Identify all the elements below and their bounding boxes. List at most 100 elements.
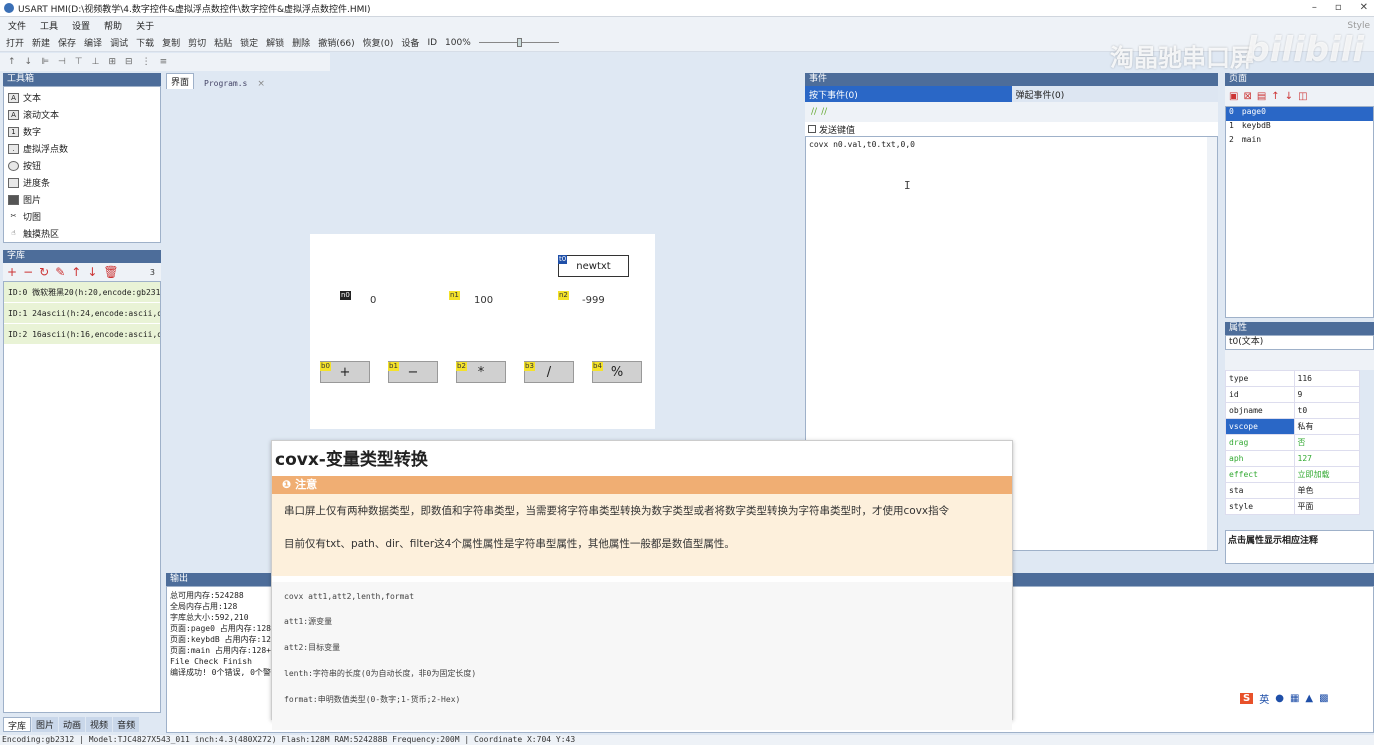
toolbox-item-number[interactable]: 1 数字 xyxy=(4,123,160,140)
tab-audio[interactable]: 音频 xyxy=(113,717,140,732)
toolbox-item-crop[interactable]: ✂ 切图 xyxy=(4,208,160,225)
align-icon[interactable]: ↑ xyxy=(8,57,16,67)
grid-icon[interactable]: ▩ xyxy=(1319,693,1328,704)
uncomment-icon[interactable]: // xyxy=(821,107,827,117)
add-icon[interactable]: + xyxy=(7,265,17,279)
cut-button[interactable]: 剪切 xyxy=(188,36,206,49)
number-n2[interactable]: -999 xyxy=(582,295,605,306)
align-icon[interactable]: ⋮ xyxy=(142,57,151,67)
font-row[interactable]: ID:2 16ascii(h:16,encode:ascii,qty: xyxy=(4,324,160,345)
maximize-button[interactable]: ▫ xyxy=(1335,2,1342,13)
zoom-slider[interactable] xyxy=(478,38,559,47)
page-item[interactable]: 2 main xyxy=(1226,135,1373,149)
download-button[interactable]: 下载 xyxy=(136,36,154,49)
device-button[interactable]: 设备 xyxy=(401,36,419,49)
compile-button[interactable]: 编译 xyxy=(84,36,102,49)
edit-icon[interactable]: ✎ xyxy=(55,265,65,279)
prop-row[interactable]: id 9 xyxy=(1225,386,1361,403)
send-key-checkbox[interactable] xyxy=(808,125,816,133)
shirt-icon[interactable]: ▲ xyxy=(1305,693,1313,704)
undo-button[interactable]: 撤销(66) xyxy=(318,36,354,49)
font-row[interactable]: ID:1 24ascii(h:24,encode:ascii,qty: xyxy=(4,303,160,324)
number-n0[interactable]: 0 xyxy=(370,295,376,306)
copy-button[interactable]: 复制 xyxy=(162,36,180,49)
close-tab-icon[interactable]: × xyxy=(257,79,265,89)
scrollbar[interactable] xyxy=(1207,137,1217,550)
paste-button[interactable]: 粘贴 xyxy=(214,36,232,49)
new-button[interactable]: 新建 xyxy=(32,36,50,49)
page-import-icon[interactable]: ◫ xyxy=(1298,91,1307,102)
toolbox-item-text[interactable]: A 文本 xyxy=(4,89,160,106)
hmi-screen[interactable]: newtxt t0 n0 0 n1 100 n2 -999 + b0 − b1 … xyxy=(310,234,655,429)
toolbox-item-scrolltext[interactable]: A 滚动文本 xyxy=(4,106,160,123)
number-n1[interactable]: 100 xyxy=(474,295,493,306)
prop-row[interactable]: sta 单色 xyxy=(1225,482,1361,499)
menu-about[interactable]: 关于 xyxy=(136,19,154,32)
page-item[interactable]: 0 page0 xyxy=(1226,107,1373,121)
toolbox-item-hotspot[interactable]: ☝ 触摸热区 xyxy=(4,225,160,242)
menu-tools[interactable]: 工具 xyxy=(40,19,58,32)
refresh-icon[interactable]: ↻ xyxy=(39,265,49,279)
lock-button[interactable]: 锁定 xyxy=(240,36,258,49)
text-t0[interactable]: newtxt xyxy=(558,255,629,277)
align-icon[interactable]: ⊥ xyxy=(92,57,100,67)
tab-design[interactable]: 界面 xyxy=(166,73,195,89)
align-icon[interactable]: ⊣ xyxy=(58,57,66,67)
id-toggle[interactable]: ID xyxy=(427,38,437,48)
align-icon[interactable]: ⊤ xyxy=(75,57,83,67)
delete-page-icon[interactable]: ⊠ xyxy=(1243,91,1251,102)
tab-video[interactable]: 视频 xyxy=(86,717,113,732)
object-selector[interactable]: t0(文本) xyxy=(1225,335,1374,350)
toolbox-item-picture[interactable]: 图片 xyxy=(4,191,160,208)
add-page-icon[interactable]: ▣ xyxy=(1229,91,1238,102)
minimize-button[interactable]: – xyxy=(1312,2,1317,13)
unlock-button[interactable]: 解锁 xyxy=(266,36,284,49)
copy-page-icon[interactable]: ▤ xyxy=(1257,91,1266,102)
play-icon[interactable]: ▶ xyxy=(1262,640,1330,694)
prop-row[interactable]: aph 127 xyxy=(1225,450,1361,467)
trash-icon[interactable]: 🗑 xyxy=(103,265,118,279)
move-down-icon[interactable]: ↓ xyxy=(87,265,97,279)
prop-row[interactable]: drag 否 xyxy=(1225,434,1361,451)
keyboard-icon[interactable]: ▦ xyxy=(1290,693,1299,704)
remove-icon[interactable]: − xyxy=(23,265,33,279)
font-row[interactable]: ID:0 微软雅黑20(h:20,encode:gb2312 xyxy=(4,282,160,303)
prop-row[interactable]: type 116 xyxy=(1225,370,1361,387)
page-up-icon[interactable]: ↑ xyxy=(1271,91,1279,102)
sogou-icon[interactable]: S xyxy=(1240,692,1254,704)
tab-press-event[interactable]: 按下事件(0) xyxy=(805,86,1012,102)
open-button[interactable]: 打开 xyxy=(6,36,24,49)
prop-row[interactable]: vscope 私有 xyxy=(1225,418,1361,435)
tab-animation[interactable]: 动画 xyxy=(59,717,86,732)
tab-release-event[interactable]: 弹起事件(0) xyxy=(1011,86,1218,102)
align-icon[interactable]: ⊟ xyxy=(125,57,133,67)
menu-file[interactable]: 文件 xyxy=(8,19,26,32)
page-down-icon[interactable]: ↓ xyxy=(1285,91,1293,102)
redo-button[interactable]: 恢复(0) xyxy=(363,36,394,49)
align-icon[interactable]: ⊞ xyxy=(108,57,116,67)
align-icon[interactable]: ≡ xyxy=(160,57,168,67)
prop-row[interactable]: objname t0 xyxy=(1225,402,1361,419)
debug-button[interactable]: 调试 xyxy=(110,36,128,49)
menu-settings[interactable]: 设置 xyxy=(72,19,90,32)
prop-row[interactable]: style 平面 xyxy=(1225,498,1361,515)
close-button[interactable]: ✕ xyxy=(1360,2,1368,13)
prop-row[interactable]: effect 立即加载 xyxy=(1225,466,1361,483)
align-icon[interactable]: ⊫ xyxy=(41,57,49,67)
save-button[interactable]: 保存 xyxy=(58,36,76,49)
input-lang-label[interactable]: 英 xyxy=(1259,691,1269,706)
delete-button[interactable]: 删除 xyxy=(292,36,310,49)
toolbox-item-float[interactable]: . 虚拟浮点数 xyxy=(4,140,160,157)
menu-help[interactable]: 帮助 xyxy=(104,19,122,32)
tab-program[interactable]: Program.s xyxy=(200,78,251,89)
page-item[interactable]: 1 keybdB xyxy=(1226,121,1373,135)
mic-icon[interactable]: ● xyxy=(1275,693,1284,704)
move-up-icon[interactable]: ↑ xyxy=(71,265,81,279)
tab-images[interactable]: 图片 xyxy=(32,717,59,732)
tab-fontlib[interactable]: 字库 xyxy=(3,717,32,732)
style-label[interactable]: Style xyxy=(1347,21,1370,31)
align-icon[interactable]: ↓ xyxy=(25,57,33,67)
toolbox-item-button[interactable]: 按钮 xyxy=(4,157,160,174)
comment-icon[interactable]: // xyxy=(811,107,817,117)
toolbox-item-progress[interactable]: 进度条 xyxy=(4,174,160,191)
